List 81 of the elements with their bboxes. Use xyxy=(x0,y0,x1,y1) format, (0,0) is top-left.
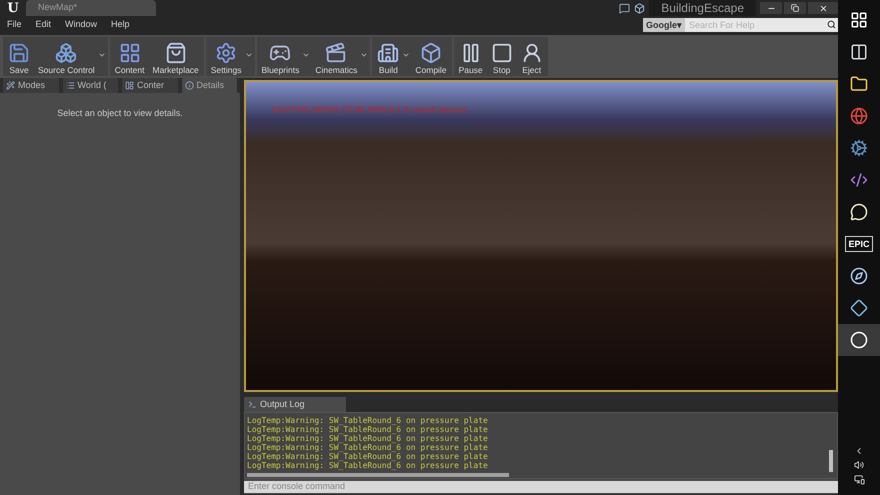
wand-icon xyxy=(6,81,15,90)
cube-icon xyxy=(420,42,442,64)
toolbar-button[interactable]: Content xyxy=(112,37,148,77)
toolbar-button[interactable]: Eject xyxy=(518,37,546,77)
tab-label: Details xyxy=(196,78,224,92)
log-line: LogTemp:Warning: SW_TableRound_6 on pressure plate xyxy=(247,461,489,470)
windows-logo-icon[interactable] xyxy=(850,11,868,29)
caret-icon[interactable] xyxy=(402,51,410,59)
cog-icon[interactable] xyxy=(850,139,868,157)
minimize-button[interactable] xyxy=(760,2,782,14)
close-button[interactable] xyxy=(808,2,838,14)
tab-label: World ( xyxy=(78,78,106,92)
menu-item[interactable]: Window xyxy=(58,18,104,32)
toolbar-button[interactable]: Pause xyxy=(456,37,486,77)
vertical-scrollbar[interactable] xyxy=(829,450,833,472)
log-line: LogTemp:Warning: SW_TableRound_6 on pressure plate xyxy=(247,416,489,425)
terminal-icon xyxy=(248,400,257,409)
search-icon xyxy=(826,20,836,29)
caret-icon[interactable] xyxy=(98,51,106,59)
info-icon xyxy=(184,81,194,90)
cube-icon[interactable] xyxy=(634,2,646,14)
diamond-icon[interactable] xyxy=(850,299,868,317)
clapperboard-icon xyxy=(325,42,348,64)
settings-icon xyxy=(215,42,238,64)
stacked-boxes-icon xyxy=(55,42,78,64)
panel-tab[interactable]: World ( xyxy=(62,78,118,93)
toolbar-button[interactable]: Compile xyxy=(412,37,450,77)
restore-button[interactable] xyxy=(784,2,806,14)
close-icon xyxy=(818,4,828,12)
caret-icon[interactable] xyxy=(360,51,368,59)
log-line: LogTemp:Warning: SW_TableRound_6 on pressure plate xyxy=(247,452,489,461)
caret-icon[interactable] xyxy=(244,51,253,59)
toolbar-button[interactable]: Build xyxy=(374,37,402,77)
grid-icon xyxy=(118,42,141,64)
panel-tab[interactable]: Modes xyxy=(3,78,58,93)
toolbar-button[interactable]: Stop xyxy=(488,37,516,77)
buildings-icon xyxy=(377,42,400,64)
epic-logo[interactable]: EPIC xyxy=(845,236,872,252)
caret-icon[interactable] xyxy=(302,51,310,59)
empty-details-message: Select an object to view details. xyxy=(57,107,183,120)
restore-icon xyxy=(791,4,799,12)
person-icon xyxy=(520,42,543,64)
tab-label: Modes xyxy=(18,78,46,92)
panel-icon xyxy=(125,81,134,90)
shopping-bag-icon xyxy=(164,42,187,64)
toolbar-button[interactable]: Save xyxy=(5,37,33,77)
toolbar-button[interactable]: Cinematics xyxy=(312,37,360,77)
toolbar-button[interactable]: Marketplace xyxy=(149,37,202,77)
horizontal-scrollbar[interactable] xyxy=(247,473,509,477)
search-button[interactable] xyxy=(824,18,838,32)
log-line: LogTemp:Warning: SW_TableRound_6 on pressure plate xyxy=(247,425,489,434)
speech-bubble-icon[interactable] xyxy=(850,203,868,221)
folder-icon[interactable] xyxy=(850,75,868,93)
menu-item[interactable]: File xyxy=(0,18,29,32)
help-search-field[interactable]: Search For Help xyxy=(685,18,824,32)
globe-icon[interactable] xyxy=(850,107,868,125)
menu-item[interactable]: Edit xyxy=(28,18,58,32)
notification-icon[interactable] xyxy=(854,474,864,485)
menu-item[interactable]: Help xyxy=(104,18,137,32)
tab-label: Conter xyxy=(137,78,164,92)
list-icon xyxy=(66,81,74,90)
log-line: LogTemp:Warning: SW_TableRound_6 on pressure plate xyxy=(247,443,489,452)
chat-icon[interactable] xyxy=(619,2,630,14)
lighting-warning: LIGHTING NEEDS TO BE REBUILT (5 unbuilt objects) xyxy=(272,104,466,116)
toolbar-button[interactable]: Source Control xyxy=(35,37,98,77)
output-log-tab[interactable]: Output Log xyxy=(244,397,346,412)
toolbar-button[interactable]: Blueprints xyxy=(258,37,302,77)
circle-logo-icon[interactable] xyxy=(850,331,868,349)
code-icon[interactable] xyxy=(850,171,868,189)
console-input-field[interactable]: Enter console command xyxy=(244,480,838,492)
compass-icon[interactable] xyxy=(850,267,868,285)
engine-logo: U xyxy=(6,2,20,14)
search-engine-dropdown[interactable]: Google▾ xyxy=(643,18,685,32)
tab-label: Output Log xyxy=(260,398,305,411)
log-line: LogTemp:Warning: SW_TableRound_6 on pressure plate xyxy=(247,434,489,443)
panel-tab[interactable]: Details xyxy=(182,78,237,93)
panel-tab[interactable]: Conter xyxy=(122,78,178,93)
speaker-icon[interactable] xyxy=(854,460,864,470)
task-view-icon[interactable] xyxy=(850,43,868,61)
stop-icon xyxy=(490,42,513,64)
project-name: BuildingEscape xyxy=(649,0,756,16)
